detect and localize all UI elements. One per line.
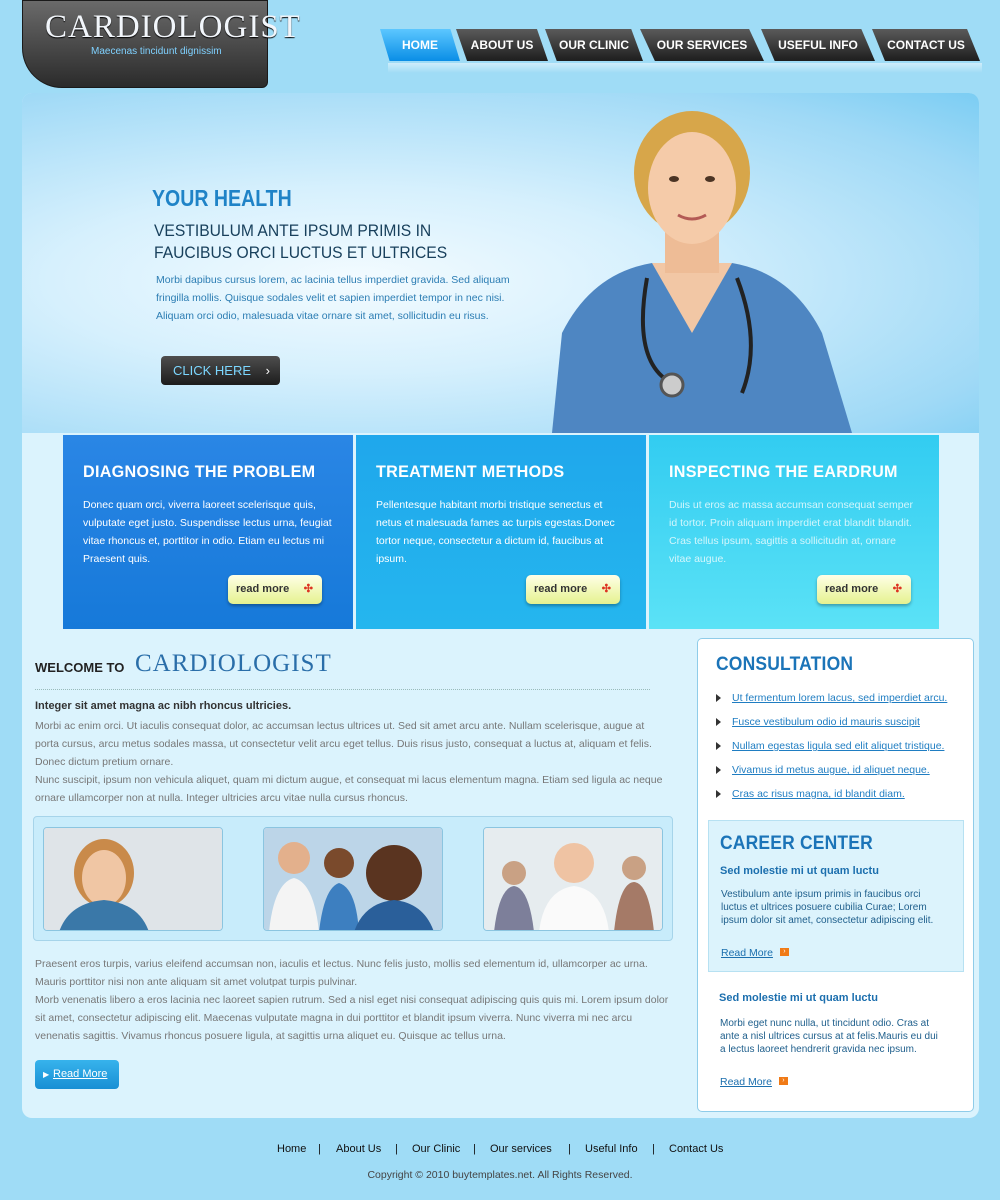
- doctor-photo-image: [484, 828, 662, 930]
- logo-title: CARDIOLOGIST: [45, 9, 301, 45]
- career-item-text: Morbi eget nunc nulla, ut tincidunt odio…: [720, 1018, 938, 1055]
- footer-link-about-us[interactable]: About Us: [336, 1143, 381, 1155]
- career-item-heading: Sed molestie mi ut quam luctu: [719, 992, 878, 1004]
- welcome-prefix: WELCOME TO: [35, 660, 125, 675]
- nurse-image: [552, 111, 852, 433]
- arrows-icon: ✣: [303, 583, 313, 595]
- welcome-read-more-button[interactable]: ▶ Read More: [35, 1060, 119, 1089]
- sidebar: CONSULTATION Ut fermentum lorem lacus, s…: [697, 638, 974, 1112]
- read-more-label: read more: [534, 583, 588, 595]
- divider: [35, 689, 650, 690]
- nav-reflection: [388, 63, 982, 73]
- read-more-button[interactable]: read more ✣: [817, 575, 911, 604]
- gallery-photo-staff[interactable]: [263, 827, 443, 931]
- consultation-link[interactable]: Nullam egestas ligula sed elit aliquet t…: [716, 739, 947, 763]
- nurse-photo-image: [44, 828, 222, 930]
- feature-text: Duis ut eros ac massa accumsan consequat…: [669, 499, 913, 565]
- career-read-more-link[interactable]: Read More ›: [721, 947, 789, 959]
- gallery-photo-doctor[interactable]: [483, 827, 663, 931]
- consultation-list: Ut fermentum lorem lacus, sed imperdiet …: [716, 691, 947, 811]
- footer-link-our-clinic[interactable]: Our Clinic: [412, 1143, 460, 1155]
- consultation-link[interactable]: Fusce vestibulum odio id mauris suscipit: [716, 715, 947, 739]
- read-more-label: read more: [825, 583, 879, 595]
- hero-subtitle: VESTIBULUM ANTE IPSUM PRIMIS IN FAUCIBUS…: [154, 221, 448, 262]
- consultation-link[interactable]: Cras ac risus magna, id blandit diam.: [716, 787, 947, 811]
- triangle-right-icon: ▶: [43, 1070, 50, 1079]
- logo-tagline: Maecenas tincidunt dignissim: [91, 46, 222, 57]
- career-read-more-link[interactable]: Read More ›: [720, 1076, 788, 1088]
- career-read-more-label: Read More: [720, 1076, 772, 1088]
- footer-separator: |: [473, 1143, 476, 1155]
- footer-link-home[interactable]: Home: [277, 1143, 306, 1155]
- feature-title: DIAGNOSING THE PROBLEM: [83, 462, 316, 481]
- nav-our-clinic[interactable]: OUR CLINIC: [545, 29, 643, 61]
- staff-photo-image: [264, 828, 442, 930]
- intro-paragraph-3: Praesent eros turpis, varius eleifend ac…: [35, 958, 648, 988]
- nav-about-us[interactable]: ABOUT US: [456, 29, 548, 61]
- logo[interactable]: CARDIOLOGIST Maecenas tincidunt dignissi…: [22, 0, 300, 88]
- intro-heading: Integer sit amet magna ac nibh rhoncus u…: [35, 700, 292, 712]
- click-here-label: CLICK HERE: [173, 363, 252, 378]
- footer-link-our-services[interactable]: Our services: [490, 1143, 552, 1155]
- career-center: CAREER CENTER Sed molestie mi ut quam lu…: [708, 820, 964, 972]
- career-item-text: Vestibulum ante ipsum primis in faucibus…: [721, 889, 934, 926]
- footer-separator: |: [395, 1143, 398, 1155]
- consultation-link[interactable]: Vivamus id metus augue, id aliquet neque…: [716, 763, 947, 787]
- intro-paragraph-2: Nunc suscipit, ipsum non vehicula alique…: [35, 774, 663, 804]
- footer-link-contact-us[interactable]: Contact Us: [669, 1143, 723, 1155]
- chevron-right-icon: ›: [265, 363, 270, 378]
- nav-useful-info[interactable]: USEFUL INFO: [761, 29, 875, 61]
- footer-separator: |: [318, 1143, 321, 1155]
- career-title: CAREER CENTER: [720, 833, 873, 854]
- consultation-title: CONSULTATION: [716, 654, 854, 675]
- feature-text: Donec quam orci, viverra laoreet sceleri…: [83, 499, 332, 565]
- feature-title: INSPECTING THE EARDRUM: [669, 462, 898, 481]
- footer-separator: |: [652, 1143, 655, 1155]
- nav-our-services[interactable]: OUR SERVICES: [640, 29, 764, 61]
- read-more-button[interactable]: read more ✣: [228, 575, 322, 604]
- nav-contact-us[interactable]: CONTACT US: [872, 29, 980, 61]
- feature-text: Pellentesque habitant morbi tristique se…: [376, 499, 615, 565]
- career-read-more-label: Read More: [721, 947, 773, 959]
- consultation-link[interactable]: Ut fermentum lorem lacus, sed imperdiet …: [716, 691, 947, 715]
- feature-eardrum: INSPECTING THE EARDRUM Duis ut eros ac m…: [649, 435, 939, 629]
- gallery-photo-nurse[interactable]: [43, 827, 223, 931]
- feature-diagnosing: DIAGNOSING THE PROBLEM Donec quam orci, …: [63, 435, 353, 629]
- arrows-icon: ✣: [892, 583, 902, 595]
- arrow-right-icon: ›: [779, 948, 789, 956]
- footer-separator: |: [568, 1143, 571, 1155]
- hero-title: YOUR HEALTH: [152, 185, 292, 211]
- footer-link-useful-info[interactable]: Useful Info: [585, 1143, 638, 1155]
- copyright: Copyright © 2010 buytemplates.net. All R…: [367, 1169, 633, 1181]
- feature-treatment: TREATMENT METHODS Pellentesque habitant …: [356, 435, 646, 629]
- hero-text: Morbi dapibus cursus lorem, ac lacinia t…: [156, 274, 510, 322]
- photo-gallery: [33, 816, 673, 941]
- click-here-button[interactable]: CLICK HERE ›: [161, 356, 280, 385]
- welcome-read-more-label: Read More: [53, 1068, 108, 1080]
- intro-paragraph-1: Morbi ac enim orci. Ut iaculis consequat…: [35, 720, 652, 768]
- arrows-icon: ✣: [601, 583, 611, 595]
- read-more-button[interactable]: read more ✣: [526, 575, 620, 604]
- hero-banner: YOUR HEALTH VESTIBULUM ANTE IPSUM PRIMIS…: [22, 93, 979, 433]
- feature-title: TREATMENT METHODS: [376, 462, 565, 481]
- arrow-right-icon: ›: [778, 1077, 788, 1085]
- career-item-heading: Sed molestie mi ut quam luctu: [720, 865, 879, 877]
- intro-paragraph-4: Morb venenatis libero a eros lacinia nec…: [35, 994, 669, 1042]
- welcome-name: CARDIOLOGIST: [135, 650, 332, 677]
- read-more-label: read more: [236, 583, 290, 595]
- nav-home[interactable]: HOME: [380, 29, 460, 61]
